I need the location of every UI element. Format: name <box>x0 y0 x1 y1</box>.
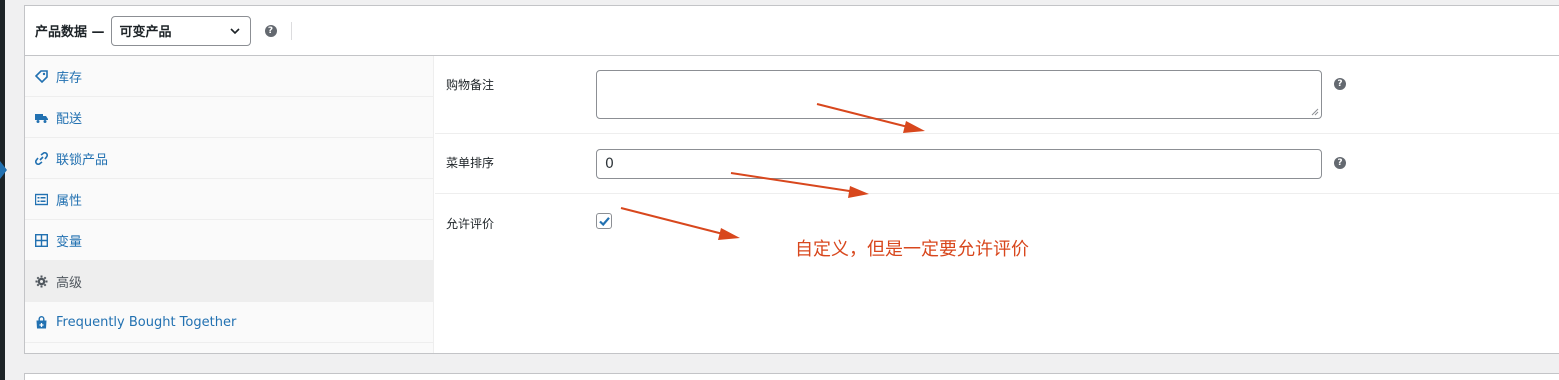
tab-linked-products[interactable]: 联锁产品 <box>25 138 433 179</box>
purchase-note-row: 购物备注 ? <box>435 56 1559 134</box>
enable-reviews-checkbox[interactable] <box>596 213 612 229</box>
tab-label: 高级 <box>56 275 83 291</box>
chevron-down-icon <box>229 27 240 34</box>
purchase-note-label: 购物备注 <box>446 78 495 92</box>
product-data-tabs: 库存 配送 联锁产品 属性 变量 高级 Frequently Bought To… <box>25 56 434 353</box>
menu-order-label: 菜单排序 <box>446 156 495 170</box>
menu-order-input[interactable]: 0 <box>596 149 1322 179</box>
tab-inventory[interactable]: 库存 <box>25 56 433 97</box>
product-type-value: 可变产品 <box>119 25 172 40</box>
panel-header: 产品数据 — 可变产品 ? <box>25 6 1559 56</box>
resize-handle-icon[interactable] <box>1311 108 1319 116</box>
purchase-note-textarea[interactable] <box>596 70 1322 119</box>
product-data-panel: 产品数据 — 可变产品 ? 库存 配送 联锁产品 属性 变量 高级 Freque… <box>24 5 1559 354</box>
tab-attributes[interactable]: 属性 <box>25 179 433 220</box>
checkmark-icon <box>599 217 610 227</box>
truck-icon <box>35 111 48 124</box>
tab-variations[interactable]: 变量 <box>25 220 433 261</box>
tab-shipping[interactable]: 配送 <box>25 97 433 138</box>
product-type-select[interactable]: 可变产品 <box>110 15 251 46</box>
tab-label: 联锁产品 <box>56 152 109 168</box>
bag-icon <box>35 315 48 329</box>
annotation-note: 自定义，但是一定要允许评价 <box>795 239 1029 260</box>
divider <box>290 21 292 40</box>
enable-reviews-label: 允许评价 <box>446 217 495 231</box>
help-icon[interactable]: ? <box>264 24 277 37</box>
help-icon[interactable]: ? <box>1334 157 1346 169</box>
gear-icon <box>35 275 48 288</box>
admin-sidebar-edge <box>0 0 5 380</box>
menu-pointer <box>0 161 7 179</box>
list-icon <box>35 193 48 206</box>
tab-label: Frequently Bought Together <box>56 314 237 330</box>
tab-label: 配送 <box>56 111 83 127</box>
advanced-options: 购物备注 ? 菜单排序 ? 0 允许评价 <box>435 56 1559 353</box>
tab-label: 变量 <box>56 234 83 250</box>
help-icon[interactable]: ? <box>1334 78 1346 90</box>
panel-title: 产品数据 — <box>35 25 105 40</box>
tab-label: 库存 <box>56 70 83 86</box>
next-panel <box>24 373 1559 380</box>
tag-icon <box>35 69 48 83</box>
tab-advanced[interactable]: 高级 <box>25 261 433 302</box>
link-icon <box>35 151 48 165</box>
grid-icon <box>35 233 48 247</box>
tab-frequently-bought-together[interactable]: Frequently Bought Together <box>25 302 433 343</box>
tab-label: 属性 <box>56 193 83 209</box>
